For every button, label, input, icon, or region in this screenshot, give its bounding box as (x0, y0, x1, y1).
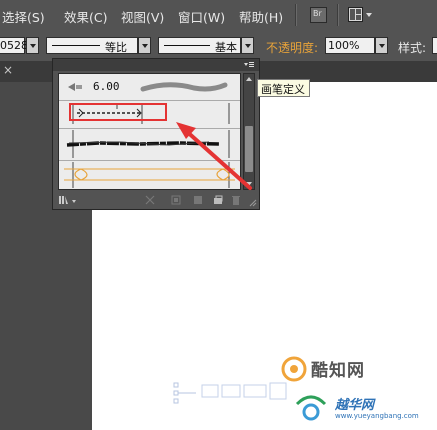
watermark-sub-brand: 越华网 (335, 398, 375, 413)
watermark-logo-icon (281, 356, 307, 382)
watermark: 酷知网 越华网 www.yueyangbang.com (172, 352, 437, 430)
watermark-brand: 酷知网 (311, 361, 365, 381)
watermark-wifi-icon (295, 395, 327, 421)
watermark-url: www.yueyangbang.com (335, 412, 419, 420)
